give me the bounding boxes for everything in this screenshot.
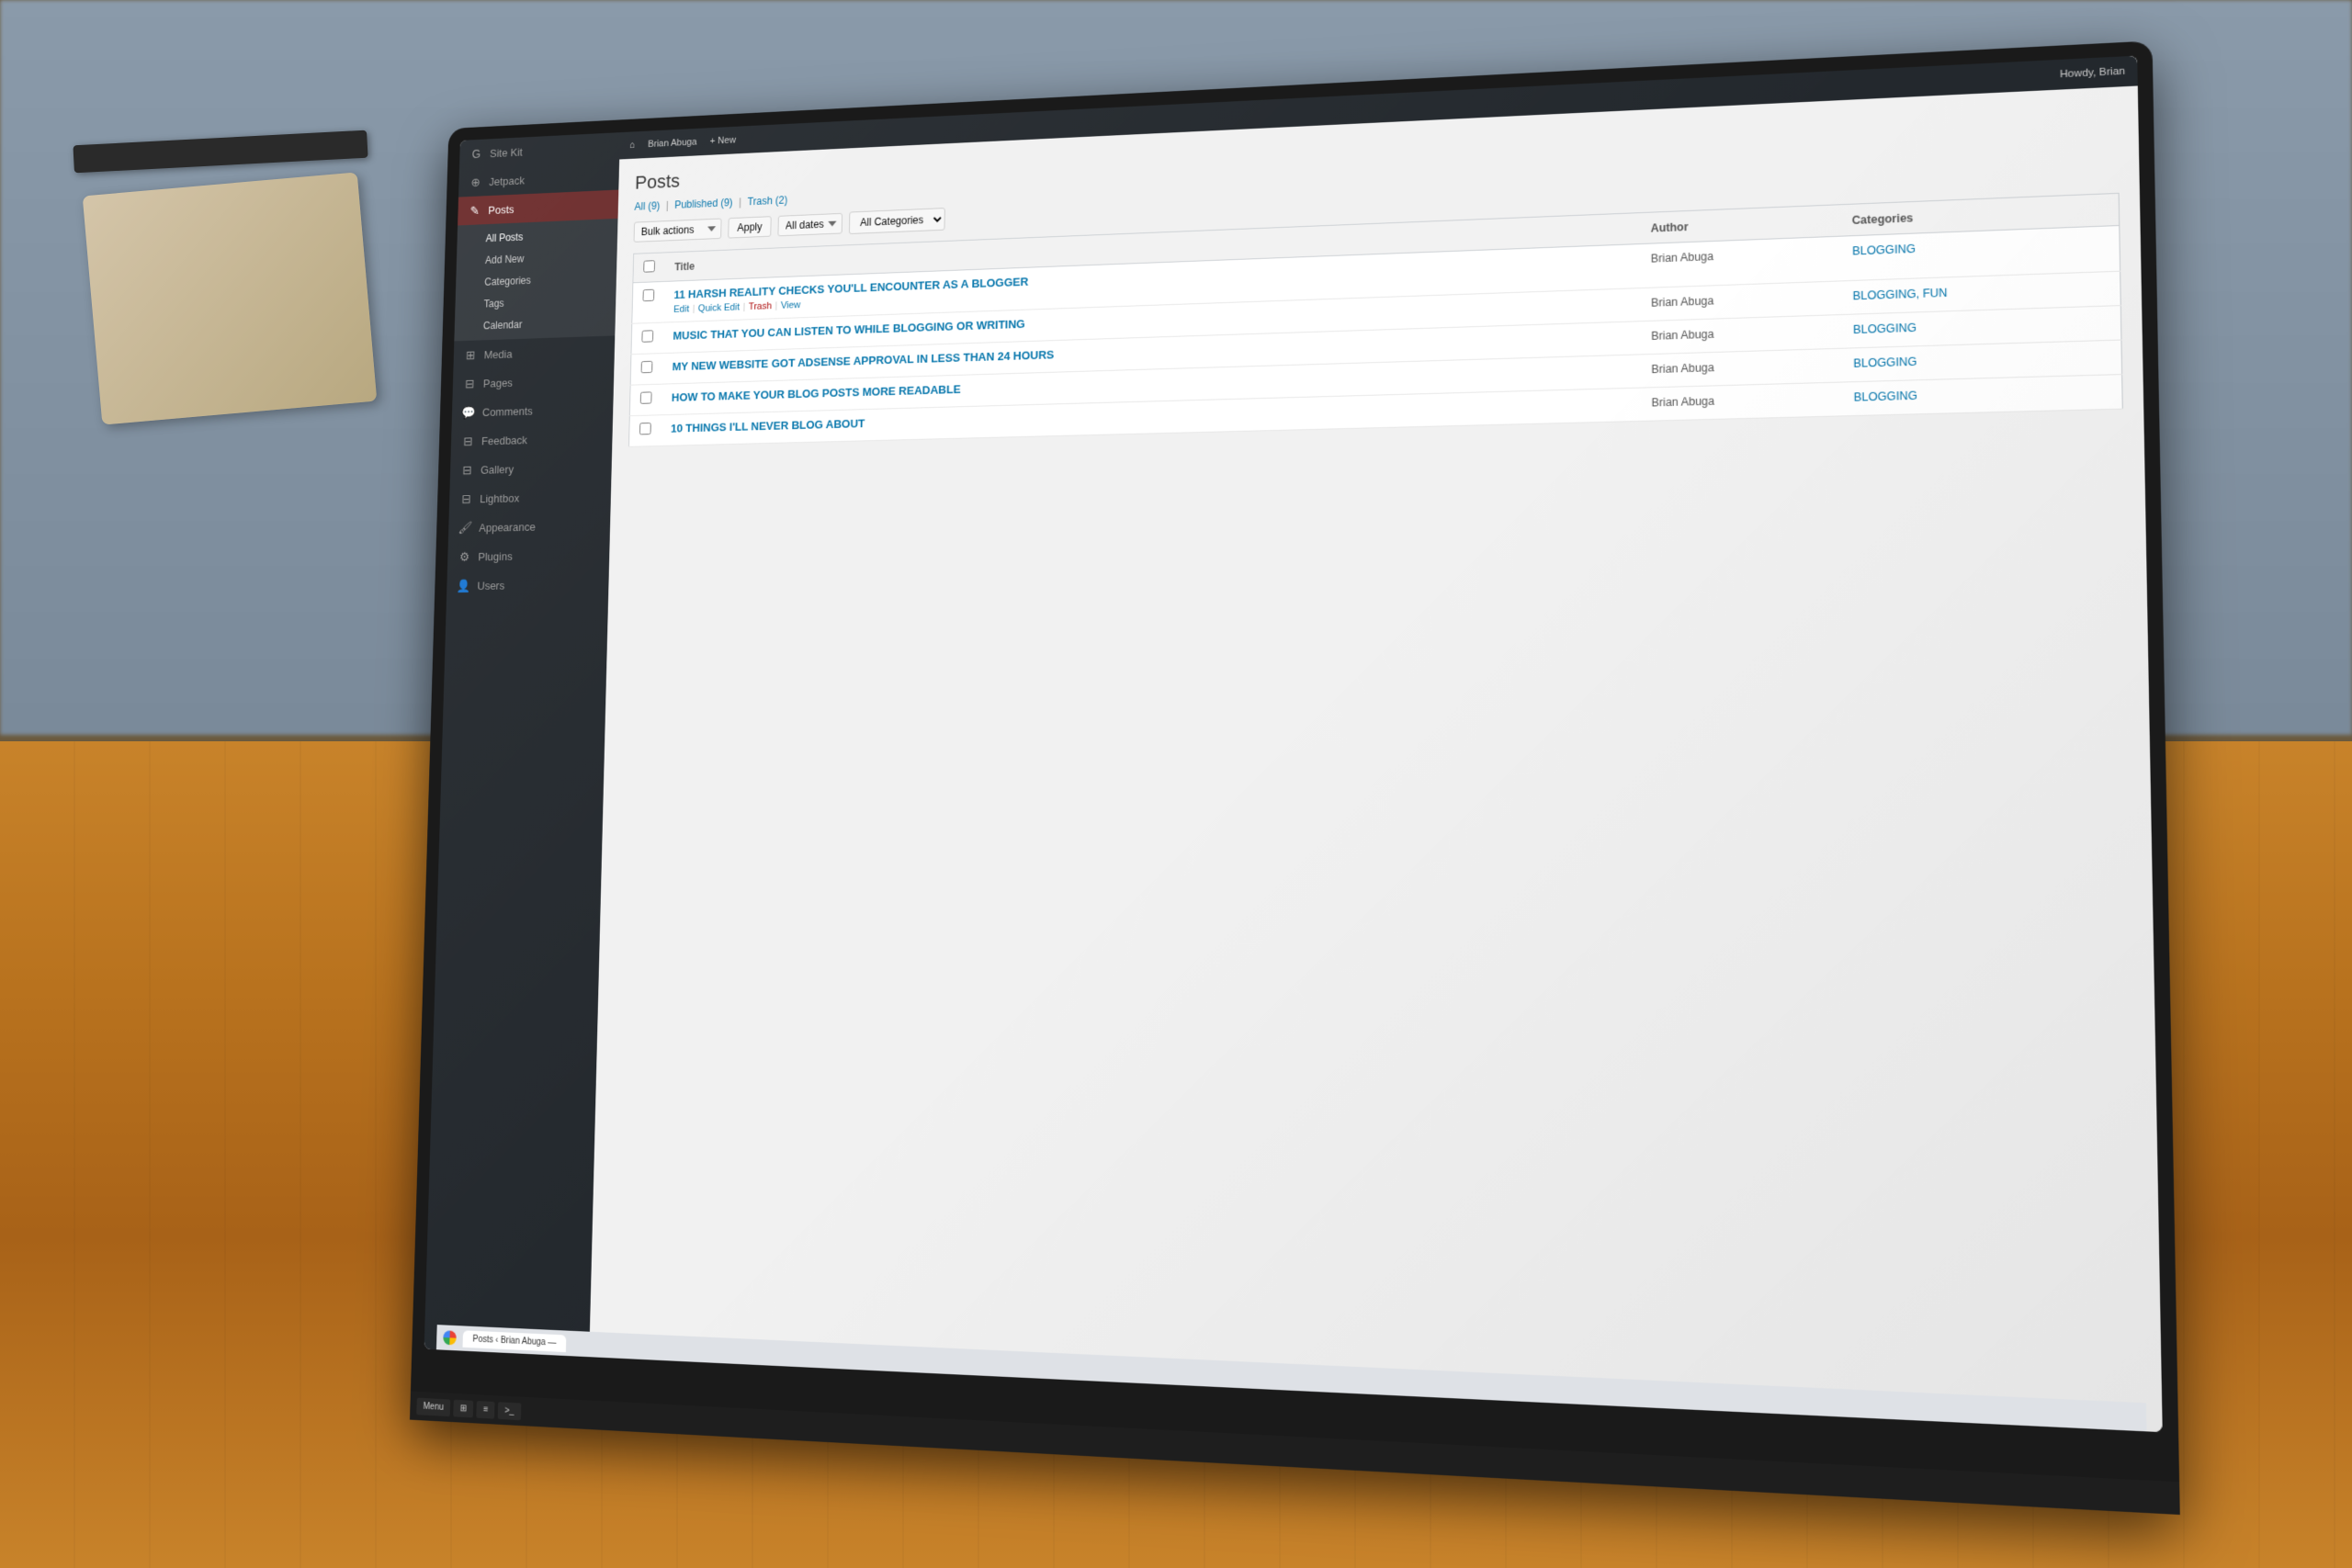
admin-bar-site[interactable]: Brian Abuga: [648, 137, 697, 150]
sidebar-item-users-label: Users: [477, 579, 504, 592]
row-checkbox-5[interactable]: [639, 423, 651, 434]
row-checkbox-2[interactable]: [641, 330, 653, 342]
filter-published[interactable]: Published (9): [674, 197, 733, 211]
action-separator: |: [742, 302, 745, 312]
sidebar-item-appearance-label: Appearance: [479, 520, 536, 534]
date-filter-select[interactable]: All dates: [777, 213, 842, 236]
sidebar-item-lightbox[interactable]: ⊟ Lightbox: [449, 481, 612, 513]
author-name-1: Brian Abuga: [1651, 250, 1713, 265]
row-checkbox-cell: [632, 281, 664, 323]
sidebar-item-feedback-label: Feedback: [481, 434, 527, 447]
bulk-actions-group: Bulk actions Edit Move to Trash: [634, 219, 722, 243]
author-name-2: Brian Abuga: [1651, 294, 1713, 309]
row-checkbox-1[interactable]: [642, 289, 654, 301]
filter-all[interactable]: All (9): [634, 199, 660, 212]
wp-sidebar: G Site Kit ⊕ Jetpack ✎ Posts All Posts A…: [424, 132, 620, 1357]
jetpack-icon: ⊕: [469, 175, 483, 190]
appearance-icon: 🖌: [458, 520, 472, 536]
desk-box: [83, 172, 378, 424]
taskbar-terminal[interactable]: >_: [498, 1402, 521, 1420]
author-name-4: Brian Abuga: [1651, 361, 1714, 376]
sidebar-item-gallery[interactable]: ⊟ Gallery: [450, 452, 612, 485]
feedback-icon: ⊟: [460, 434, 475, 449]
action-separator: |: [693, 304, 695, 314]
action-separator: |: [775, 300, 777, 310]
category-filter-group: All Categories: [849, 208, 945, 234]
category-filter-select[interactable]: All Categories: [849, 208, 945, 234]
submenu-calendar[interactable]: Calendar: [454, 310, 616, 338]
sidebar-item-gallery-label: Gallery: [481, 462, 514, 476]
wp-main-content: ⌂ Brian Abuga + New Howdy, Brian Posts A…: [589, 56, 2163, 1433]
row-checkbox-cell: [631, 322, 663, 355]
comments-icon: 💬: [461, 404, 476, 420]
sidebar-item-comments-label: Comments: [482, 404, 533, 418]
author-name-5: Brian Abuga: [1651, 395, 1714, 410]
category-badge-5[interactable]: BLOGGING: [1854, 389, 1917, 404]
sidebar-item-media-label: Media: [484, 347, 513, 361]
category-badge-1[interactable]: BLOGGING: [1852, 243, 1916, 258]
row-action-quick-edit-1[interactable]: Quick Edit: [698, 302, 740, 314]
sidebar-item-jetpack-label: Jetpack: [489, 174, 525, 187]
row-author-cell: Brian Abuga: [1640, 382, 1842, 421]
sidebar-item-pages-label: Pages: [483, 376, 514, 389]
select-all-checkbox[interactable]: [643, 260, 655, 272]
sidebar-item-site-kit-label: Site Kit: [490, 145, 523, 159]
taskbar-files[interactable]: ≡: [477, 1401, 495, 1419]
admin-bar-user[interactable]: Howdy, Brian: [2060, 66, 2125, 81]
lightbox-icon: ⊟: [458, 491, 473, 506]
date-filter-group: All dates: [777, 213, 842, 236]
sidebar-item-plugins[interactable]: ⚙ Plugins: [447, 539, 610, 571]
th-checkbox: [633, 253, 665, 283]
chrome-tab[interactable]: Posts ‹ Brian Abuga —: [463, 1330, 567, 1352]
posts-submenu: All Posts Add New Categories Tags Calend…: [454, 219, 617, 342]
taskbar-menu[interactable]: Menu: [416, 1397, 450, 1416]
screen: G Site Kit ⊕ Jetpack ✎ Posts All Posts A…: [424, 56, 2163, 1433]
sidebar-item-comments[interactable]: 💬 Comments: [452, 394, 614, 427]
row-action-view-1[interactable]: View: [781, 300, 801, 311]
sidebar-item-lightbox-label: Lightbox: [480, 491, 519, 505]
sidebar-item-pages[interactable]: ⊟ Pages: [452, 365, 614, 399]
row-author-cell: Brian Abuga: [1640, 348, 1842, 388]
page-content: Posts All (9) | Published (9) | Trash (2…: [589, 85, 2163, 1432]
plugins-icon: ⚙: [458, 548, 472, 564]
sidebar-item-posts-label: Posts: [488, 202, 514, 216]
apply-button[interactable]: Apply: [728, 216, 771, 238]
posts-icon: ✎: [468, 203, 482, 219]
category-badge-3[interactable]: BLOGGING: [1853, 321, 1917, 336]
sidebar-item-feedback[interactable]: ⊟ Feedback: [451, 423, 613, 456]
category-badge-4[interactable]: BLOGGING: [1853, 355, 1917, 370]
row-author-cell: Brian Abuga: [1639, 236, 1840, 288]
row-checkbox-3[interactable]: [641, 361, 653, 373]
media-icon: ⊞: [463, 347, 478, 363]
row-checkbox-4[interactable]: [640, 391, 652, 403]
sidebar-item-appearance[interactable]: 🖌 Appearance: [448, 511, 611, 543]
category-badge-2[interactable]: BLOGGING, FUN: [1852, 287, 1947, 303]
filter-sep-2: |: [739, 196, 744, 208]
row-action-trash-1[interactable]: Trash: [749, 301, 772, 312]
filter-trash[interactable]: Trash (2): [747, 194, 787, 208]
chrome-logo-icon: [443, 1330, 457, 1345]
monitor-frame: G Site Kit ⊕ Jetpack ✎ Posts All Posts A…: [410, 40, 2180, 1515]
taskbar-start[interactable]: ⊞: [453, 1399, 473, 1417]
row-categories-cell: BLOGGING: [1842, 375, 2123, 416]
pages-icon: ⊟: [462, 376, 477, 391]
site-kit-icon: G: [469, 146, 483, 162]
row-checkbox-cell: [630, 354, 662, 386]
admin-bar-wp[interactable]: ⌂: [629, 140, 635, 150]
sidebar-item-plugins-label: Plugins: [478, 549, 513, 563]
admin-bar-new[interactable]: + New: [710, 135, 736, 146]
filter-sep-1: |: [666, 199, 672, 211]
row-checkbox-cell: [629, 384, 662, 416]
gallery-icon: ⊟: [459, 462, 474, 478]
sidebar-item-users[interactable]: 👤 Users: [447, 569, 609, 600]
row-action-edit-1[interactable]: Edit: [673, 304, 689, 315]
bulk-actions-select[interactable]: Bulk actions Edit Move to Trash: [634, 219, 722, 243]
users-icon: 👤: [457, 578, 471, 593]
row-checkbox-cell: [628, 415, 661, 447]
author-name-3: Brian Abuga: [1651, 328, 1713, 343]
